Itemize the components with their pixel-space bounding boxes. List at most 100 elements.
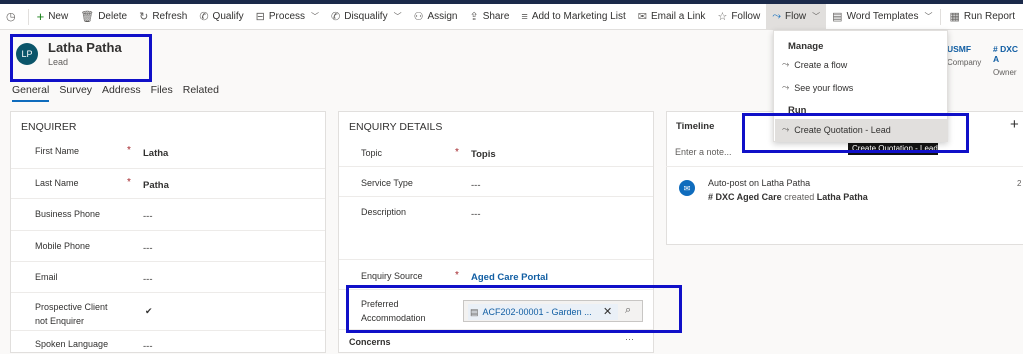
flow-button[interactable]: ⤳ Flow ﹀ — [766, 4, 827, 29]
tab-files[interactable]: Files — [151, 84, 173, 102]
service-type-value[interactable]: --- — [471, 180, 481, 191]
note-input[interactable]: Enter a note... — [675, 147, 732, 157]
first-name-value[interactable]: Latha — [143, 148, 168, 159]
see-your-flows-item[interactable]: ⤳ See your flows — [782, 82, 853, 93]
word-templates-icon: ▤ — [832, 11, 843, 23]
new-label: New — [48, 11, 69, 22]
required-indicator: * — [127, 177, 131, 188]
last-name-value[interactable]: Patha — [143, 180, 169, 191]
share-button[interactable]: ⇪ Share — [463, 4, 515, 29]
highlight-box-accommodation — [346, 285, 682, 333]
field-label: First Name — [35, 146, 80, 156]
tab-general[interactable]: General — [12, 84, 50, 102]
new-button[interactable]: + New — [31, 4, 75, 29]
owner-label: Owner — [993, 68, 1017, 77]
share-icon: ⇪ — [469, 11, 479, 23]
follow-button[interactable]: ☆ Follow — [711, 4, 766, 29]
flow-label: Flow — [785, 11, 807, 22]
disqualify-label: Disqualify — [344, 11, 388, 22]
list-add-icon: ≡ — [521, 10, 528, 23]
assign-label: Assign — [427, 11, 458, 22]
more-options-icon[interactable]: ··· — [625, 334, 634, 344]
prospective-client-checkbox[interactable]: ✔ — [145, 306, 155, 316]
owner-value[interactable]: # DXC A — [993, 44, 1023, 64]
word-templates-label: Word Templates — [846, 11, 919, 22]
refresh-button[interactable]: ↻ Refresh — [133, 4, 193, 29]
field-label: Description — [361, 207, 407, 217]
post-time: 2 — [1017, 179, 1022, 188]
field-label: Service Type — [361, 178, 413, 188]
field-label: Business Phone — [35, 209, 101, 219]
highlight-box-flow — [742, 113, 969, 153]
form-tabs: General Survey Address Files Related — [12, 84, 229, 102]
mobile-phone-value[interactable]: --- — [143, 243, 153, 254]
divider — [940, 8, 942, 25]
field-label: Last Name — [35, 178, 79, 188]
field-label: Topic — [361, 148, 383, 158]
person-icon: ⚇ — [413, 11, 424, 23]
refresh-label: Refresh — [152, 11, 188, 22]
delete-button[interactable]: 🗑 Delete — [74, 4, 133, 29]
tab-address[interactable]: Address — [102, 84, 141, 102]
qualify-button[interactable]: ✆ Qualify — [193, 4, 249, 29]
manage-header: Manage — [788, 41, 824, 52]
menu-item-label: Create a flow — [794, 59, 848, 70]
email-a-link-button[interactable]: ✉ Email a Link — [632, 4, 712, 29]
report-icon: ▦ — [949, 11, 960, 23]
header-field-company: USMF Company — [947, 44, 981, 67]
topic-value[interactable]: Topis — [471, 149, 496, 160]
required-indicator: * — [455, 270, 459, 281]
description-value[interactable]: --- — [471, 209, 481, 220]
phone-icon: ✆ — [199, 11, 209, 23]
field-row: Spoken Language --- — [11, 331, 325, 354]
process-label: Process — [268, 11, 306, 22]
email-a-link-label: Email a Link — [650, 11, 706, 22]
plus-icon: + — [36, 9, 45, 24]
business-phone-value[interactable]: --- — [143, 211, 153, 222]
email-value[interactable]: --- — [143, 274, 153, 285]
word-templates-button[interactable]: ▤ Word Templates ﹀ — [826, 4, 938, 29]
chevron-down-icon: ﹀ — [311, 12, 320, 21]
create-a-flow-item[interactable]: ⤳ Create a flow — [782, 59, 847, 70]
flow-icon: ⤳ — [782, 82, 790, 92]
history-icon: ◷ — [6, 11, 16, 23]
command-bar: ◷ + New 🗑 Delete ↻ Refresh ✆ Qualify ⊟ Proces… — [0, 4, 1023, 30]
field-label: Spoken Language — [35, 339, 109, 349]
add-to-marketing-list-button[interactable]: ≡ Add to Marketing List — [515, 4, 631, 29]
tab-survey[interactable]: Survey — [59, 84, 92, 102]
field-label: Enquiry Source — [361, 271, 423, 281]
history-button[interactable]: ◷ — [0, 4, 26, 29]
field-row: Prospective Client not Enquirer ✔ — [11, 293, 325, 331]
flow-icon: ⤳ — [772, 10, 782, 22]
field-row: Service Type --- — [339, 167, 653, 197]
post-owner[interactable]: # DXC Aged Care — [708, 192, 782, 202]
process-button[interactable]: ⊟ Process ﹀ — [250, 4, 325, 29]
field-label: Mobile Phone — [35, 241, 91, 251]
flow-icon: ⤳ — [782, 59, 790, 69]
add-timeline-button[interactable]: + — [1010, 116, 1019, 133]
menu-item-label: See your flows — [794, 82, 854, 93]
company-value[interactable]: USMF — [947, 44, 981, 54]
run-report-button[interactable]: ▦ Run Report — [943, 4, 1021, 29]
tab-related[interactable]: Related — [183, 84, 219, 102]
assign-button[interactable]: ⚇ Assign — [408, 4, 464, 29]
field-row: First Name * Latha — [11, 137, 325, 169]
header-field-owner: # DXC A Owner — [993, 44, 1023, 77]
field-label: Email — [35, 272, 58, 282]
follow-label: Follow — [731, 11, 761, 22]
add-to-marketing-list-label: Add to Marketing List — [531, 11, 626, 22]
star-icon: ☆ — [717, 11, 728, 23]
disqualify-icon: ✆ — [331, 11, 341, 23]
enquiry-source-link[interactable]: Aged Care Portal — [471, 272, 548, 283]
field-row: Mobile Phone --- — [11, 231, 325, 262]
spoken-language-value[interactable]: --- — [143, 341, 153, 352]
required-indicator: * — [455, 147, 459, 158]
post-subject[interactable]: Latha Patha — [817, 192, 868, 202]
enquirer-section: ENQUIRER First Name * Latha Last Name * … — [10, 111, 326, 353]
qualify-label: Qualify — [212, 11, 244, 22]
disqualify-button[interactable]: ✆ Disqualify ﹀ — [325, 4, 408, 29]
section-title: ENQUIRER — [21, 121, 77, 133]
delete-label: Delete — [98, 11, 128, 22]
auto-post-icon: ✉ — [679, 180, 695, 196]
field-row: Business Phone --- — [11, 199, 325, 231]
